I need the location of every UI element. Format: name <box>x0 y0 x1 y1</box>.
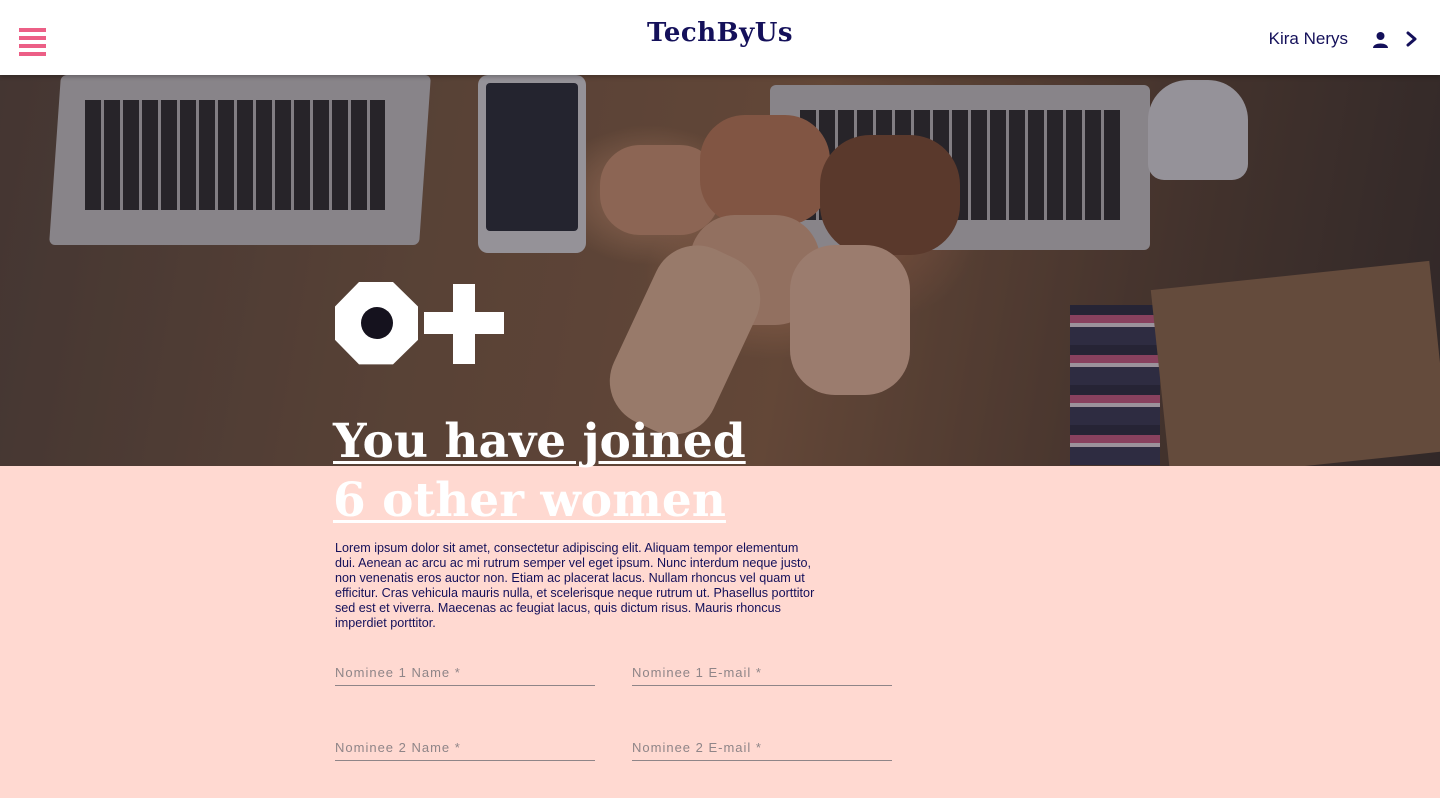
nominee-2-name-field[interactable] <box>335 739 595 761</box>
chevron-right-icon[interactable] <box>1402 28 1422 50</box>
nominee-2-email-input[interactable] <box>632 739 892 760</box>
octagon-plus-logo <box>335 282 505 371</box>
nominee-1-name-field[interactable] <box>335 664 595 686</box>
nominee-2-name-input[interactable] <box>335 739 595 760</box>
top-header: TechByUs Kira Nerys <box>0 0 1440 75</box>
headline-line-2: 6 other women <box>333 473 726 528</box>
user-icon[interactable] <box>1370 28 1390 50</box>
hero-dark-overlay <box>0 75 1440 466</box>
headline-line-1: You have joined <box>333 414 746 469</box>
user-name[interactable]: Kira Nerys <box>1269 29 1348 49</box>
brand-logo[interactable]: TechByUs <box>0 18 1440 48</box>
body-paragraph: Lorem ipsum dolor sit amet, consectetur … <box>335 541 815 630</box>
nominee-1-email-input[interactable] <box>632 664 892 685</box>
user-account-area[interactable]: Kira Nerys <box>1269 26 1422 52</box>
nominee-1-name-input[interactable] <box>335 664 595 685</box>
nominee-2-email-field[interactable] <box>632 739 892 761</box>
page-headline: You have joined 6 other women <box>333 412 853 530</box>
nominee-1-email-field[interactable] <box>632 664 892 686</box>
hero-image <box>0 75 1440 466</box>
